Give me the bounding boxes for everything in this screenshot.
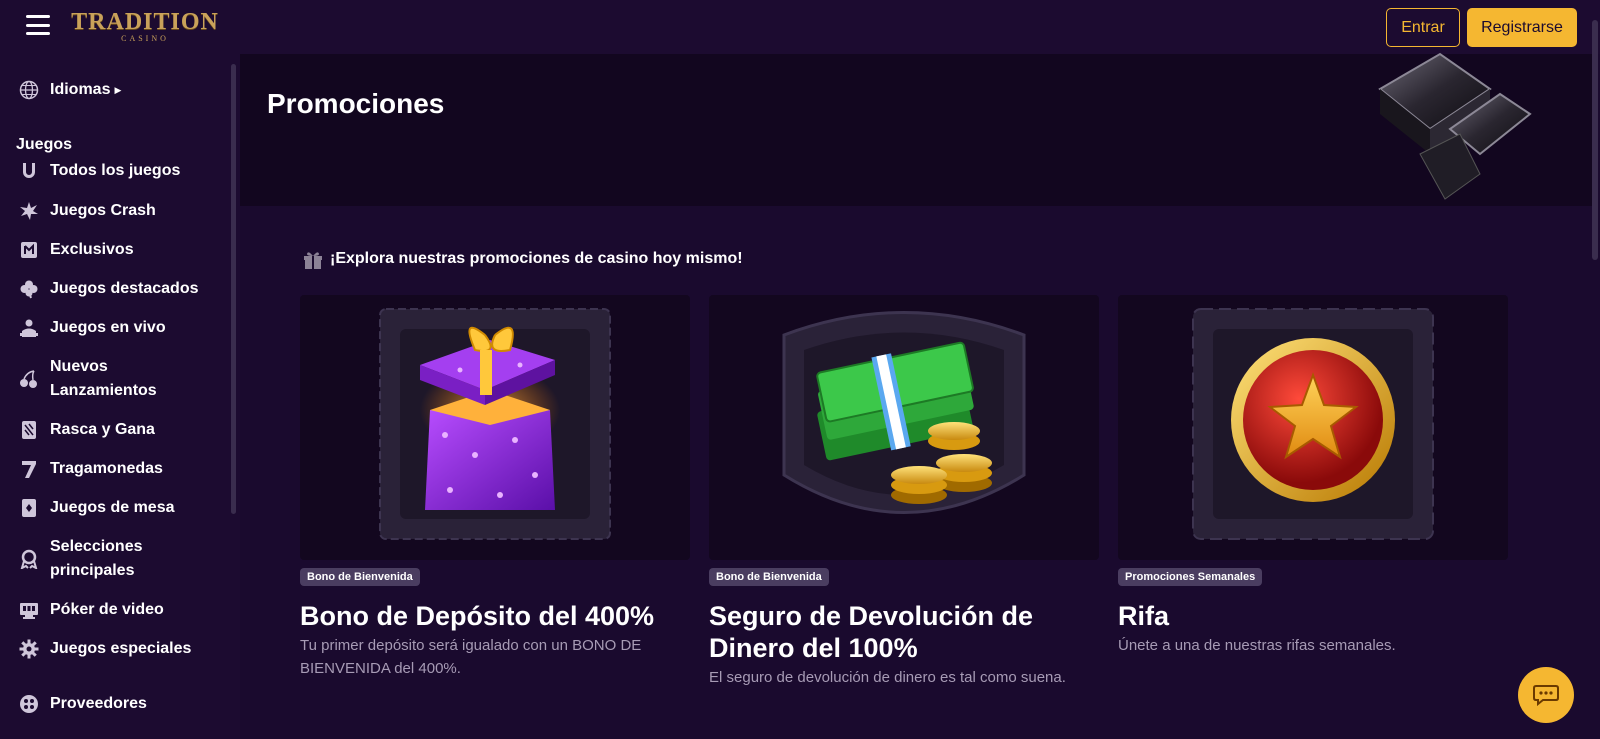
main-scrollbar[interactable]: [1592, 20, 1598, 260]
promo-description: Únete a una de nuestras rifas semanales.: [1118, 637, 1396, 654]
register-button[interactable]: Registrarse: [1467, 8, 1577, 47]
sidebar-item-label: Tragamonedas: [50, 460, 163, 477]
sidebar-item-label: Nuevos Lanzamientos: [50, 358, 157, 399]
promo-description: El seguro de devolución de dinero es tal…: [709, 669, 1066, 686]
sidebar-item-label: Juegos especiales: [50, 640, 192, 657]
promo-tag: Bono de Bienvenida: [709, 568, 829, 586]
sidebar-item-scratch-cards[interactable]: Rasca y Gana: [18, 418, 155, 442]
site-logo[interactable]: TRADITION CASINO: [70, 6, 220, 46]
promo-card[interactable]: Bono de Bienvenida Seguro de Devolución …: [709, 295, 1099, 689]
logo-text: TRADITION: [71, 8, 219, 35]
chat-button[interactable]: [1518, 667, 1574, 723]
promo-title: Seguro de Devolución de Dinero del 100%: [709, 601, 1034, 663]
promo-card[interactable]: Promociones Semanales Rifa Únete a una d…: [1118, 295, 1508, 657]
sidebar-item-special-games[interactable]: Juegos especiales: [18, 637, 191, 661]
sidebar-item-featured-games[interactable]: Juegos destacados: [18, 277, 199, 301]
cherries-icon: [18, 368, 40, 390]
page-banner: Promociones: [240, 52, 1592, 206]
sidebar-item-label: Juegos Crash: [50, 202, 156, 219]
sidebar-item-slots[interactable]: Tragamonedas: [18, 457, 163, 481]
sidebar-item-label: Póker de video: [50, 601, 164, 618]
sidebar-item-live-games[interactable]: Juegos en vivo: [18, 316, 166, 340]
video-poker-icon: [18, 599, 40, 621]
sidebar-item-label: Todos los juegos: [50, 162, 181, 179]
live-dealer-icon: [18, 317, 40, 339]
chat-bubble-icon: [1533, 685, 1559, 706]
sidebar-item-table-games[interactable]: Juegos de mesa: [18, 496, 175, 520]
exclusive-icon: [18, 239, 40, 261]
sidebar-item-all-games[interactable]: Todos los juegos: [18, 159, 180, 183]
sidebar-item-label: Proveedores: [50, 695, 147, 712]
promo-title: Bono de Depósito del 400%: [300, 601, 655, 631]
explosion-icon: [18, 200, 40, 222]
sidebar-item-crash-games[interactable]: Juegos Crash: [18, 199, 156, 223]
seven-icon: [18, 458, 40, 480]
slot-machine-art-icon: [1378, 52, 1532, 200]
sidebar-item-new-releases[interactable]: Nuevos Lanzamientos: [18, 355, 170, 403]
caret-right-icon: ▶: [114, 84, 122, 95]
promo-card[interactable]: Bono de Bienvenida Bono de Depósito del …: [300, 295, 690, 680]
promo-tag: Bono de Bienvenida: [300, 568, 420, 586]
explore-text: ¡Explora nuestras promociones de casino …: [330, 250, 743, 267]
sidebar-item-languages[interactable]: Idiomas ▶: [18, 78, 121, 102]
sidebar-item-providers[interactable]: Proveedores: [18, 692, 147, 716]
clover-icon: [18, 278, 40, 300]
gear-icon: [18, 638, 40, 660]
sidebar-item-label: Juegos de mesa: [50, 499, 175, 516]
sidebar-item-label: Exclusivos: [50, 241, 134, 258]
horseshoe-icon: [18, 160, 40, 182]
globe-icon: [18, 79, 40, 101]
promo-card-image: [709, 295, 1099, 560]
promo-description: Tu primer depósito será igualado con un …: [300, 637, 642, 677]
promo-card-image: [300, 295, 690, 560]
sidebar-item-label: Rasca y Gana: [50, 421, 155, 438]
sidebar-item-label: Selecciones principales: [50, 538, 143, 579]
promo-title: Rifa: [1118, 601, 1170, 631]
hamburger-menu-icon[interactable]: [26, 15, 50, 35]
sidebar-item-label: Juegos en vivo: [50, 319, 166, 336]
promo-card-image: [1118, 295, 1508, 560]
sidebar-scrollbar[interactable]: [231, 64, 236, 514]
providers-icon: [18, 693, 40, 715]
explore-heading: ¡Explora nuestras promociones de casino …: [302, 248, 743, 270]
playing-card-icon: [18, 497, 40, 519]
sidebar-heading-games: Juegos: [16, 136, 73, 153]
promo-tag: Promociones Semanales: [1118, 568, 1263, 586]
sidebar-item-label: Juegos destacados: [50, 280, 199, 297]
login-button[interactable]: Entrar: [1386, 8, 1460, 47]
sidebar-item-exclusive[interactable]: Exclusivos: [18, 238, 134, 262]
scratch-card-icon: [18, 419, 40, 441]
logo-subtext: CASINO: [121, 33, 169, 43]
gift-icon: [304, 252, 322, 269]
sidebar-item-top-picks[interactable]: Selecciones principales: [18, 535, 170, 583]
sidebar-item-label: Idiomas: [50, 81, 111, 98]
sidebar-item-video-poker[interactable]: Póker de video: [18, 598, 164, 622]
page-title: Promociones: [267, 88, 445, 119]
award-icon: [18, 548, 40, 570]
